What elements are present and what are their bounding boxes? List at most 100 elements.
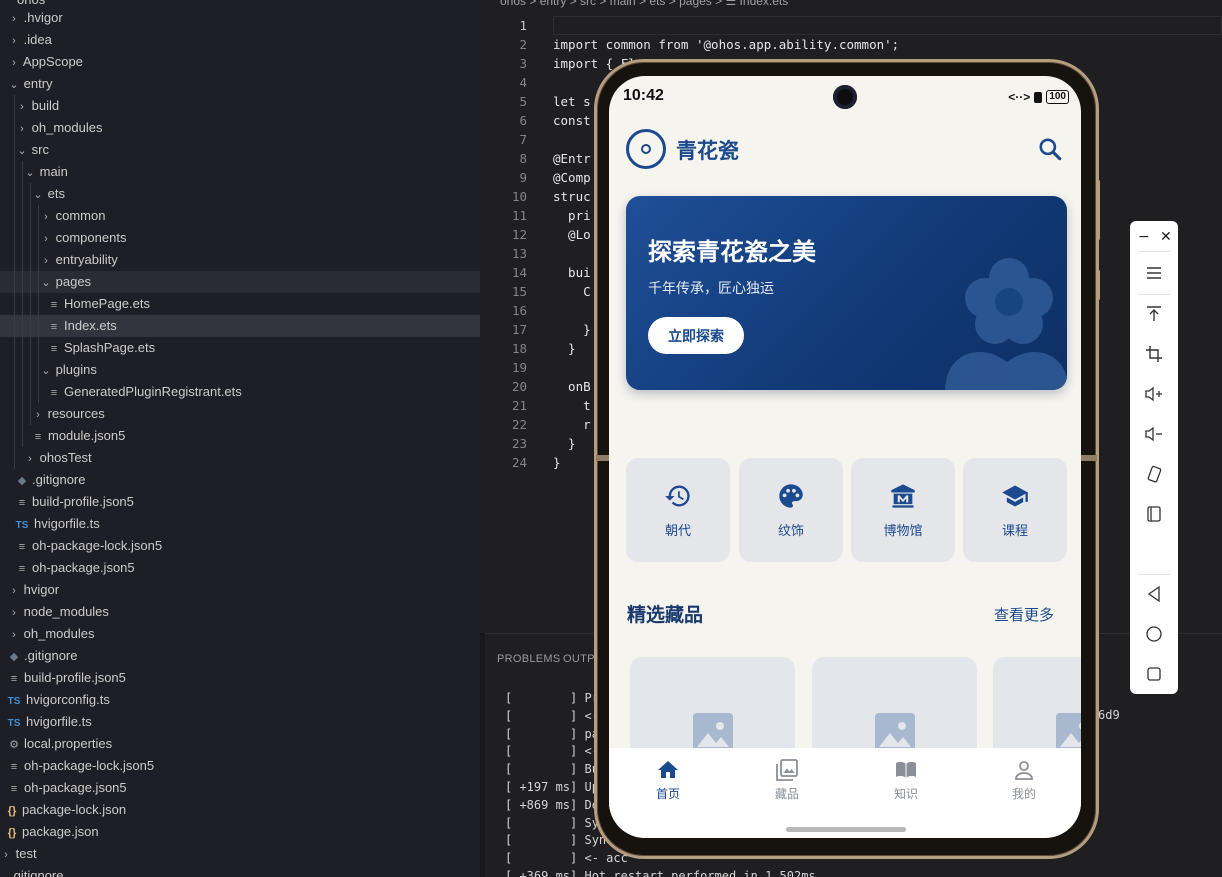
tree-item-file[interactable]: ≡ oh-package.json5 xyxy=(0,557,480,579)
tree-item-folder[interactable]: › test xyxy=(0,843,480,865)
tree-item-folder[interactable]: › node_modules xyxy=(0,601,480,623)
tree-item-folder[interactable]: › components xyxy=(0,227,480,249)
crop-icon[interactable] xyxy=(1142,342,1166,366)
home-indicator[interactable] xyxy=(786,827,906,832)
code-line[interactable]: 9 @Comp xyxy=(485,168,590,187)
tree-item-file[interactable]: TS hvigorconfig.ts xyxy=(0,689,480,711)
code-line[interactable]: 6 const xyxy=(485,111,590,130)
tree-item-folder[interactable]: ⌄ ets xyxy=(0,183,480,205)
code-line[interactable]: 22 r xyxy=(485,415,591,434)
tree-item-file[interactable]: TS hvigorfile.ts xyxy=(0,513,480,535)
category-course[interactable]: 课程 xyxy=(963,458,1067,562)
volume-up-icon[interactable] xyxy=(1142,382,1166,406)
minimize-button[interactable]: − xyxy=(1138,227,1150,247)
search-icon[interactable] xyxy=(1037,136,1063,162)
code-line[interactable]: 23 } xyxy=(485,434,576,453)
pin-top-icon[interactable] xyxy=(1142,302,1166,326)
close-button[interactable]: ✕ xyxy=(1160,227,1172,247)
code-line[interactable]: 5 let s xyxy=(485,92,590,111)
tab-output[interactable]: OUTP xyxy=(563,653,595,665)
tree-item-file[interactable]: ⚙ local.properties xyxy=(0,733,480,755)
code-line[interactable]: 19 xyxy=(485,358,553,377)
tree-item-folder[interactable]: › oh_modules xyxy=(0,117,480,139)
view-more-link[interactable]: 查看更多 xyxy=(994,604,1054,625)
tree-item-folder[interactable]: ⌄ src xyxy=(0,139,480,161)
category-dynasty[interactable]: 朝代 xyxy=(626,458,730,562)
tree-item-file[interactable]: ≡ module.json5 xyxy=(0,425,480,447)
tree-item-file[interactable]: {} package-lock.json xyxy=(0,799,480,821)
code-line[interactable]: 24} xyxy=(485,453,561,472)
tree-item-file[interactable]: TS hvigorfile.ts xyxy=(0,711,480,733)
recents-icon[interactable] xyxy=(1142,662,1166,686)
line-number: 7 xyxy=(519,132,527,147)
tree-item-folder[interactable]: ⌄ pages xyxy=(0,271,480,293)
rotate-icon[interactable] xyxy=(1142,462,1166,486)
category-museum[interactable]: 博物馆 xyxy=(851,458,955,562)
code-line[interactable]: 8 @Entr xyxy=(485,149,590,168)
code-line[interactable]: 18 } xyxy=(485,339,576,358)
volume-down-icon[interactable] xyxy=(1142,422,1166,446)
tree-item-folder[interactable]: › hvigor xyxy=(0,579,480,601)
code-line[interactable]: 14 bui xyxy=(485,263,591,282)
code-line[interactable]: 1 xyxy=(485,16,553,35)
tree-item-file[interactable]: ≡ oh-package-lock.json5 xyxy=(0,755,480,777)
tree-item-file[interactable]: ≡ build-profile.json5 xyxy=(0,491,480,513)
explore-button[interactable]: 立即探索 xyxy=(648,317,744,354)
code-line[interactable]: 21 t xyxy=(485,396,591,415)
code-line[interactable]: 11 pri xyxy=(485,206,591,225)
tree-item-folder[interactable]: › build xyxy=(0,95,480,117)
tree-item-file[interactable]: ≡ GeneratedPluginRegistrant.ets xyxy=(0,381,480,403)
code-text: pri xyxy=(553,208,591,223)
line-number: 24 xyxy=(511,455,527,470)
tree-item-file[interactable]: ≡ oh-package-lock.json5 xyxy=(0,535,480,557)
tree-item-folder[interactable]: ⌄ entry xyxy=(0,73,480,95)
tree-item-file[interactable]: ◆ .gitignore xyxy=(0,469,480,491)
hero-banner[interactable]: 探索青花瓷之美 千年传承，匠心独运 立即探索 xyxy=(626,196,1067,390)
code-line[interactable]: 10 struc xyxy=(485,187,591,206)
menu-icon[interactable] xyxy=(1142,261,1166,285)
tree-item-file[interactable]: ≡ oh-package.json5 xyxy=(0,777,480,799)
breadcrumb[interactable]: ohos > entry > src > main > ets > pages … xyxy=(500,0,788,8)
tree-item-folder[interactable]: › resources xyxy=(0,403,480,425)
tree-item-file[interactable]: {} package.json xyxy=(0,821,480,843)
home-icon[interactable] xyxy=(1142,622,1166,646)
tree-item-folder[interactable]: › AppScope xyxy=(0,51,480,73)
tab-home[interactable]: 首页 xyxy=(628,758,708,802)
phone-screen[interactable]: 10:42 <··> 100 青花瓷 探索青花瓷之美 千年传承，匠心独运 立即探… xyxy=(609,76,1081,838)
tree-item-file-selected[interactable]: ≡ Index.ets xyxy=(0,315,480,337)
code-line[interactable]: 13 xyxy=(485,244,553,263)
tree-item-folder[interactable]: › ohosTest xyxy=(0,447,480,469)
tree-item-folder[interactable]: ⌄ main xyxy=(0,161,480,183)
notification-icon xyxy=(1034,91,1043,103)
tree-item-folder[interactable]: › entryability xyxy=(0,249,480,271)
code-line[interactable]: 2 import common from '@ohos.app.ability.c… xyxy=(485,35,899,54)
tree-label: .gitignore xyxy=(32,472,86,487)
code-line[interactable]: 17 } xyxy=(485,320,591,339)
tab-problems[interactable]: PROBLEMS xyxy=(497,653,561,665)
tab-label: 知识 xyxy=(893,787,918,801)
code-line[interactable]: 7 xyxy=(485,130,553,149)
tree-item-folder[interactable]: › .hvigor xyxy=(0,7,480,29)
tree-item-folder[interactable]: ⌄ plugins xyxy=(0,359,480,381)
tree-item-folder[interactable]: › .idea xyxy=(0,29,480,51)
code-line[interactable]: 20 onB xyxy=(485,377,591,396)
tree-item-file[interactable]: ≡ SplashPage.ets xyxy=(0,337,480,359)
tree-item-file[interactable]: ≡ HomePage.ets xyxy=(0,293,480,315)
code-line[interactable]: 16 xyxy=(485,301,553,320)
code-line[interactable]: 15 C xyxy=(485,282,591,301)
tree-item-file[interactable]: ◆ .gitignore xyxy=(0,645,480,667)
code-line[interactable]: 12 @Lo xyxy=(485,225,591,244)
tab-knowledge[interactable]: 知识 xyxy=(866,758,946,802)
tree-item-folder[interactable]: › common xyxy=(0,205,480,227)
back-icon[interactable] xyxy=(1142,582,1166,606)
tree-label: .idea xyxy=(23,32,52,47)
tree-item-file[interactable]: .gitignore xyxy=(0,865,480,877)
tree-item-file[interactable]: ≡ build-profile.json5 xyxy=(0,667,480,689)
tab-profile[interactable]: 我的 xyxy=(984,758,1064,802)
fold-icon[interactable] xyxy=(1142,502,1166,526)
code-line[interactable]: 4 xyxy=(485,73,553,92)
category-pattern[interactable]: 纹饰 xyxy=(739,458,843,562)
log-line: [ ] pa xyxy=(505,726,599,741)
tree-item-folder[interactable]: › oh_modules xyxy=(0,623,480,645)
tab-collection[interactable]: 藏品 xyxy=(747,758,827,802)
